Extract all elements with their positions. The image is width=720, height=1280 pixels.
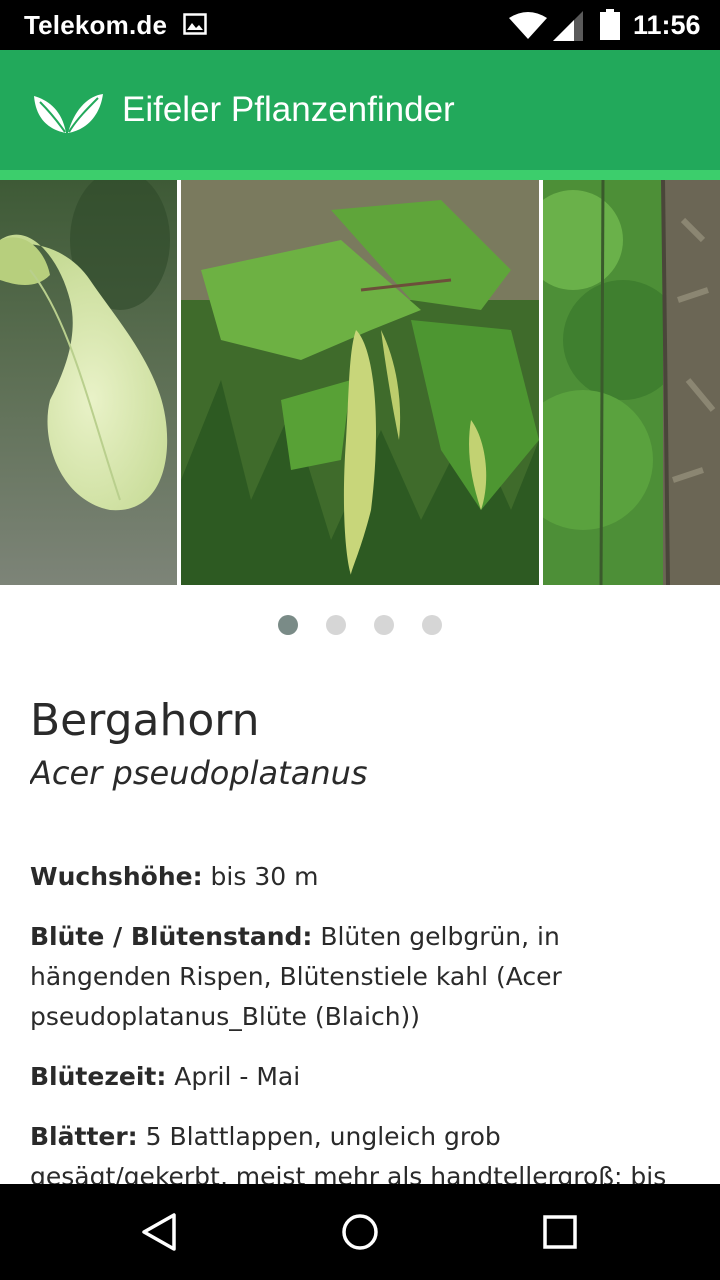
fact-height: Wuchshöhe: bis 30 m [30, 857, 695, 897]
plant-details: Bergahorn Acer pseudoplatanus Wuchshöhe:… [30, 695, 695, 1185]
fact-label: Wuchshöhe: [30, 862, 203, 891]
gallery-pager [0, 615, 720, 635]
status-bar: Telekom.de 11:56 [0, 0, 720, 50]
fact-leaves: Blätter: 5 Blattlappen, ungleich grob ge… [30, 1117, 695, 1185]
app-bar: Eifeler Pflanzenfinder [0, 50, 720, 170]
fact-flowering-time: Blütezeit: April - Mai [30, 1057, 695, 1097]
home-circle-icon[interactable] [338, 1210, 382, 1254]
app-bar-accent-strip [0, 170, 720, 180]
fact-label: Blätter: [30, 1122, 138, 1151]
plant-common-name: Bergahorn [30, 695, 260, 746]
pager-dot-3[interactable] [374, 615, 394, 635]
battery-icon [600, 9, 620, 40]
fact-flower: Blüte / Blütenstand: Blüten gelbgrün, in… [30, 917, 695, 1037]
app-title: Eifeler Pflanzenfinder [122, 90, 455, 129]
fact-label: Blüte / Blütenstand: [30, 922, 313, 951]
fact-value: April - Mai [166, 1062, 301, 1091]
leaf-icon [34, 94, 103, 133]
pager-dot-2[interactable] [326, 615, 346, 635]
plant-facts: Wuchshöhe: bis 30 m Blüte / Blütenstand:… [30, 857, 695, 1185]
image-gallery[interactable] [0, 180, 720, 585]
plant-latin-name: Acer pseudoplatanus [30, 754, 368, 792]
back-triangle-icon[interactable] [138, 1210, 182, 1254]
gallery-photo-seed[interactable] [0, 180, 177, 585]
wifi-icon [509, 12, 547, 39]
pager-dot-1[interactable] [278, 615, 298, 635]
clock: 11:56 [633, 10, 701, 40]
cell-signal-icon [553, 11, 583, 41]
recent-apps-square-icon[interactable] [538, 1210, 582, 1254]
system-nav-bar [0, 1184, 720, 1280]
pager-dot-4[interactable] [422, 615, 442, 635]
gallery-photo-flowers[interactable] [181, 180, 539, 585]
gallery-photo-tree[interactable] [543, 180, 720, 585]
image-notification-icon [183, 13, 207, 35]
carrier-name: Telekom.de [24, 10, 168, 40]
fact-label: Blütezeit: [30, 1062, 167, 1091]
fact-value: bis 30 m [202, 862, 319, 891]
